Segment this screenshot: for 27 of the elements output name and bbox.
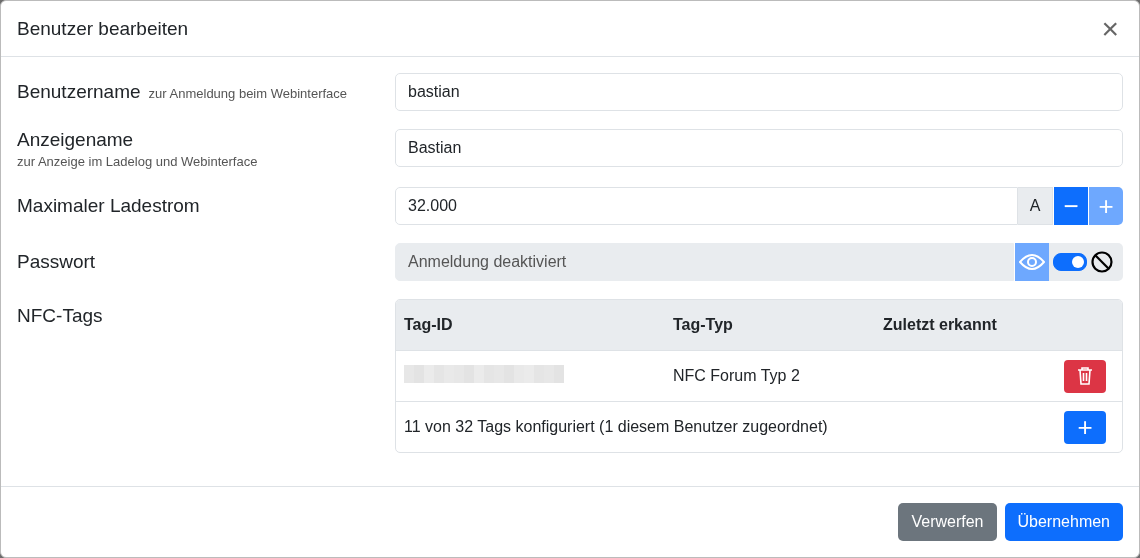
delete-button[interactable] <box>1064 359 1106 393</box>
tag-summary: 11 von 32 Tags konfiguriert (1 diesem Benutzer zugeordnet) <box>404 418 829 436</box>
field-label: Passwort <box>17 251 96 273</box>
column-header: Zuletzt erkannt <box>883 316 998 334</box>
column-header: Tag-ID <box>404 316 454 334</box>
table-cell-text: NFC Forum Typ 2 <box>673 367 801 385</box>
disabled-icon <box>1091 251 1113 273</box>
decrement-button[interactable]: − <box>1054 187 1088 225</box>
column-header: Tag-Typ <box>673 316 734 334</box>
trash-icon <box>1077 366 1093 386</box>
input-field[interactable]: bastian <box>395 73 1123 111</box>
close-button[interactable]: × <box>1097 13 1123 44</box>
toggle-switch[interactable] <box>1053 253 1087 271</box>
eye-icon <box>1019 253 1045 271</box>
field-label: Maximaler Ladestrom <box>17 195 200 217</box>
field-hint: zur Anmeldung beim Webinterface <box>148 86 348 101</box>
field-hint: zur Anzeige im Ladelog und Webinterface <box>17 154 259 169</box>
footer-button[interactable]: Verwerfen <box>898 503 997 541</box>
add-button[interactable]: + <box>1064 410 1106 444</box>
footer-button[interactable]: Übernehmen <box>1004 503 1123 541</box>
field-label: NFC-Tags <box>17 305 103 327</box>
dialog-title: Benutzer bearbeiten <box>17 17 189 40</box>
field-label: Benutzername <box>17 81 141 103</box>
input-field[interactable]: Bastian <box>395 129 1123 167</box>
input-field[interactable]: 32.000 <box>395 187 1018 225</box>
field-label: Anzeigename <box>17 129 134 151</box>
unit-label: A <box>1018 187 1053 225</box>
